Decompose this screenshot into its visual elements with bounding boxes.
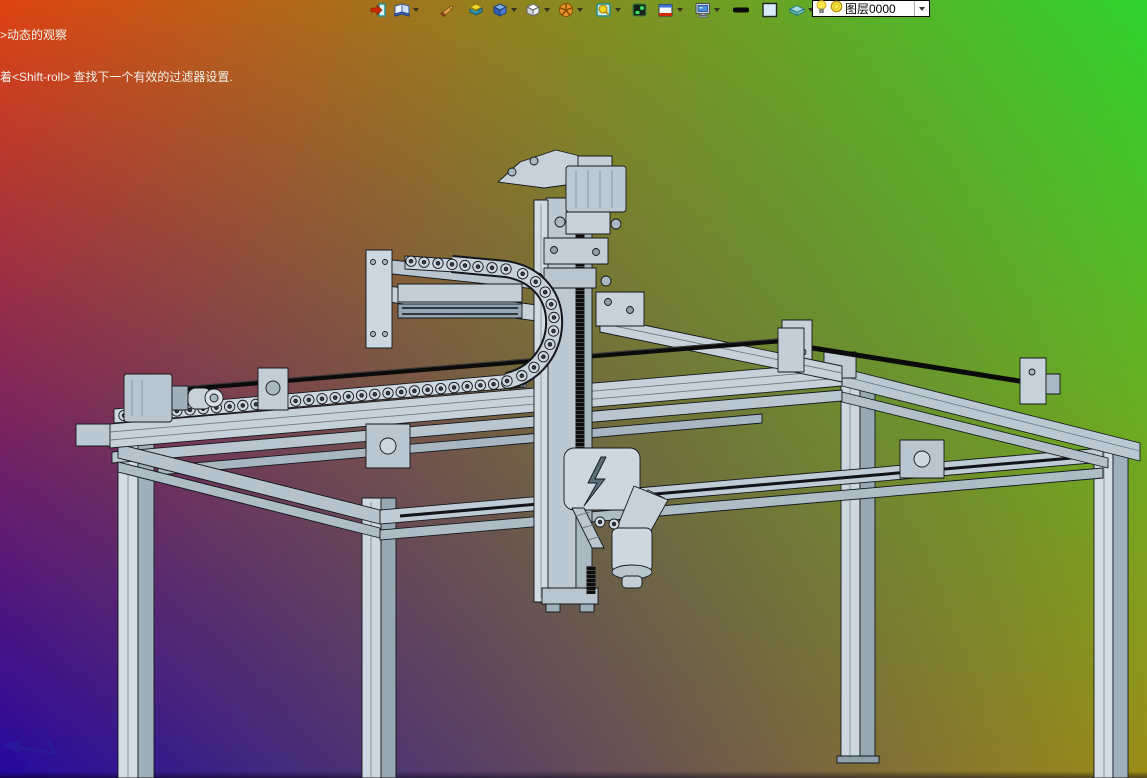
layer-combobox[interactable]: 图层0000 (812, 0, 930, 17)
3d-viewport[interactable]: y >动态的观察 着<Shift-roll> 查找下一个有效的过滤器设置. 图层… (0, 0, 1147, 778)
line-width-icon[interactable] (732, 2, 750, 18)
notebook-dropdown-chevron[interactable] (412, 5, 420, 15)
svg-text:y: y (27, 755, 35, 769)
magnifier-doc-icon[interactable] (595, 2, 613, 18)
ring-icon (830, 0, 843, 18)
exit-icon[interactable] (369, 2, 387, 18)
box-lid-icon[interactable] (467, 2, 485, 18)
notebook-icon[interactable] (393, 2, 411, 18)
monitor-icon[interactable] (694, 2, 712, 18)
teal-slab-icon[interactable] (788, 2, 806, 18)
ucs-axis-indicator: y (2, 738, 58, 769)
monitor-dropdown-chevron[interactable] (713, 5, 721, 15)
white-cube-icon[interactable] (524, 2, 542, 18)
magnifier-doc-dropdown-chevron[interactable] (614, 5, 622, 15)
status-line-2: 着<Shift-roll> 查找下一个有效的过滤器设置. (0, 70, 233, 84)
status-line-1: >动态的观察 (0, 28, 68, 42)
window-frame-icon[interactable] (657, 2, 675, 18)
dark-panel-icon[interactable] (631, 2, 649, 18)
pencil-icon[interactable] (439, 2, 457, 18)
bulb-icon (816, 0, 827, 19)
blue-cube-dropdown-chevron[interactable] (510, 5, 518, 15)
blue-cube-icon[interactable] (491, 2, 509, 18)
orange-segments-icon[interactable] (557, 2, 575, 18)
gantry-robot-3d-model[interactable] (0, 0, 1147, 778)
layer-combobox-value: 图层0000 (845, 2, 896, 16)
layer-combobox-dropdown-arrow[interactable] (914, 1, 929, 16)
orange-segments-dropdown-chevron[interactable] (576, 5, 584, 15)
view-toolbar (369, 1, 821, 18)
status-text: >动态的观察 着<Shift-roll> 查找下一个有效的过滤器设置. (0, 0, 233, 112)
white-cube-dropdown-chevron[interactable] (543, 5, 551, 15)
window-frame-dropdown-chevron[interactable] (676, 5, 684, 15)
color-swatch-icon[interactable] (761, 2, 779, 18)
